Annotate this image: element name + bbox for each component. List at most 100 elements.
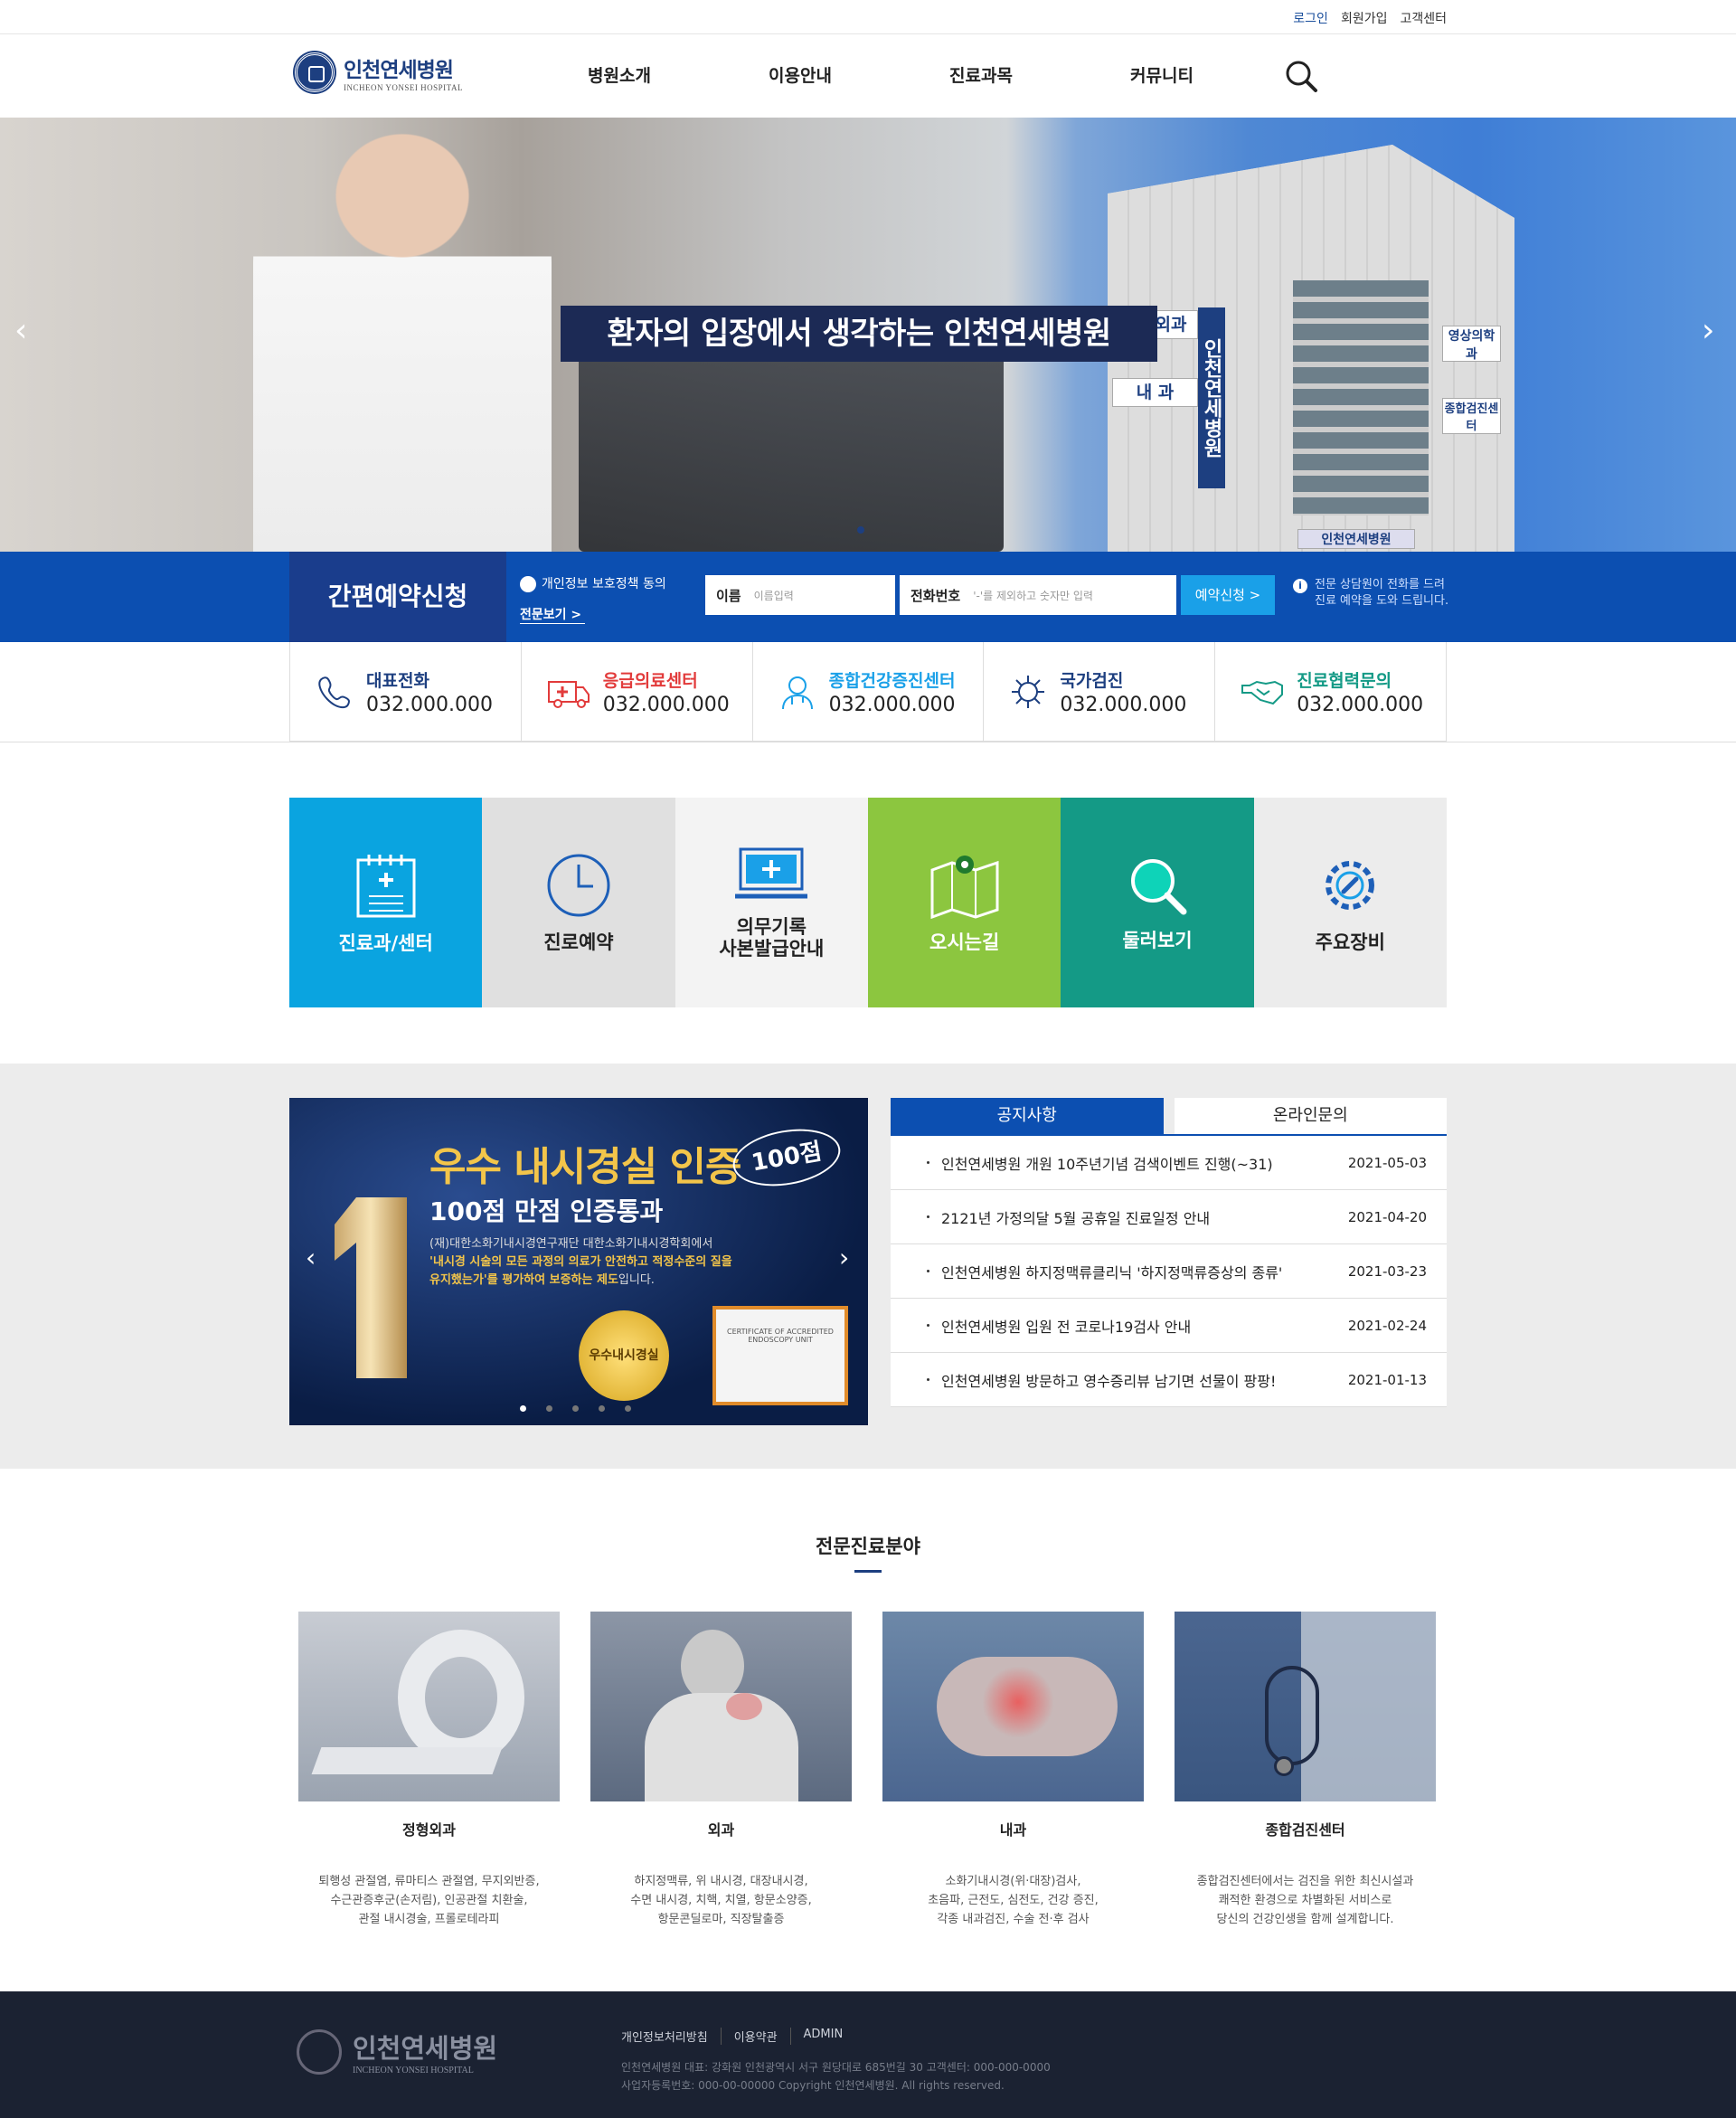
hero-title: 환자의 입장에서 생각하는 인천연세병원 <box>561 306 1157 362</box>
hero-prev-arrow-icon[interactable]: ‹ <box>14 312 27 349</box>
notice-date: 2021-01-13 <box>1347 1371 1427 1388</box>
banner-dot[interactable] <box>599 1405 605 1412</box>
privacy-checkbox[interactable] <box>520 576 536 592</box>
contact-label: 응급의료센터 <box>602 670 698 691</box>
tile-label: 의무기록 사본발급안내 <box>719 916 824 960</box>
notice-title[interactable]: 2121년 가정의달 5월 공휴일 진료일정 안내 <box>923 1206 1337 1228</box>
list-item[interactable]: 인천연세병원 방문하고 영수증리뷰 남기면 선물이 팡팡! 2021-01-13 <box>891 1353 1447 1407</box>
logo-name: 인천연세병원 <box>344 59 454 82</box>
list-item[interactable]: 인천연세병원 하지정맥류클리닉 '하지정맥류증상의 종류' 2021-03-23 <box>891 1244 1447 1299</box>
doctor-icon <box>781 676 813 709</box>
specialty-card-internal[interactable]: 내과 소화기내시경(위·대장)검사, 초음파, 근전도, 심전도, 건강 증진, 각… <box>882 1612 1144 1929</box>
building-sign-checkup: 종합검진센터 <box>1442 398 1501 434</box>
footer: 인천연세병원 INCHEON YONSEI HOSPITAL 개인정보처리방침 … <box>0 1991 1736 2118</box>
notice-title[interactable]: 인천연세병원 방문하고 영수증리뷰 남기면 선물이 팡팡! <box>923 1369 1337 1391</box>
reservation-title: 간편예약신청 <box>289 552 506 642</box>
contact-main[interactable]: 대표전화 032.000.000 <box>290 642 522 741</box>
tab-online-inquiry[interactable]: 온라인문의 <box>1174 1098 1447 1134</box>
footer-info-line: 인천연세병원 대표: 강화원 인천광역시 서구 원당대로 685번길 30 고객… <box>621 2061 1051 2074</box>
phone-field-label: 전화번호 <box>910 587 961 604</box>
contact-health-center[interactable]: 종합건강증진센터 032.000.000 <box>753 642 985 741</box>
tile-label: 둘러보기 <box>1122 930 1193 951</box>
logo[interactable]: 인천연세병원 INCHEON YONSEI HOSPITAL <box>295 52 463 92</box>
notice-title[interactable]: 인천연세병원 입원 전 코로나19검사 안내 <box>923 1315 1337 1337</box>
specialty-card-surgery[interactable]: 외과 하지정맥류, 위 내시경, 대장내시경, 수면 내시경, 치핵, 치열, 항… <box>590 1612 852 1929</box>
privacy-policy-link[interactable]: 개인정보처리방침 <box>621 2028 721 2045</box>
tile-departments[interactable]: 진료과/센터 <box>289 798 483 1007</box>
specialty-cards: 정형외과 퇴행성 관절염, 류마티스 관절염, 무지외반증, 수근관증후군(손저림… <box>298 1612 1438 1929</box>
search-icon[interactable] <box>1284 59 1318 93</box>
join-link[interactable]: 회원가입 <box>1341 9 1388 27</box>
privacy-more-link[interactable]: 전문보기 > <box>520 605 585 624</box>
hero-next-arrow-icon[interactable]: › <box>1702 312 1714 349</box>
tile-label: 진료과/센터 <box>338 932 433 954</box>
notice-title[interactable]: 인천연세병원 개원 10주년기념 검색이벤트 진행(~31) <box>923 1152 1337 1174</box>
card-name: 내과 <box>999 1821 1027 1839</box>
contact-numbers: 대표전화 032.000.000 응급의료센터 032.000.000 종합건강증진… <box>289 642 1447 742</box>
banner-next-arrow-icon[interactable]: › <box>839 1243 849 1272</box>
name-field[interactable]: 이름 이름입력 <box>705 575 895 615</box>
tile-label: 진로예약 <box>543 931 614 953</box>
footer-logo-name: 인천연세병원 <box>353 2033 498 2064</box>
list-item[interactable]: 인천연세병원 입원 전 코로나19검사 안내 2021-02-24 <box>891 1299 1447 1353</box>
hero-dot[interactable] <box>857 526 864 534</box>
footer-logo-english: INCHEON YONSEI HOSPITAL <box>353 2066 474 2075</box>
tile-directions[interactable]: 오시는길 <box>867 798 1061 1007</box>
footer-info-line: 사업자등록번호: 000-00-00000 Copyright 인천연세병원. … <box>621 2079 1005 2092</box>
list-item[interactable]: 인천연세병원 개원 10주년기념 검색이벤트 진행(~31) 2021-05-03 <box>891 1136 1447 1190</box>
tile-equipment[interactable]: 주요장비 <box>1253 798 1447 1007</box>
score-badge: 100점 <box>728 1121 845 1194</box>
banner-prev-arrow-icon[interactable]: ‹ <box>306 1243 316 1272</box>
contact-cooperation[interactable]: 진료협력문의 032.000.000 <box>1215 642 1446 741</box>
card-desc: 퇴행성 관절염, 류마티스 관절염, 무지외반증, 수근관증후군(손저림), 인공… <box>298 1872 560 1929</box>
privacy-agree-label: 개인정보 보호정책 동의 <box>542 577 666 591</box>
contact-label: 진료협력문의 <box>1297 670 1392 691</box>
name-field-placeholder[interactable]: 이름입력 <box>754 588 794 603</box>
nav-item-community[interactable]: 커뮤니티 <box>1071 34 1252 118</box>
specialty-card-orthopedics[interactable]: 정형외과 퇴행성 관절염, 류마티스 관절염, 무지외반증, 수근관증후군(손저림… <box>298 1612 560 1929</box>
tile-tour[interactable]: 둘러보기 <box>1061 798 1254 1007</box>
map-icon <box>930 856 999 919</box>
nav-item-departments[interactable]: 진료과목 <box>891 34 1071 118</box>
magnifier-icon <box>1130 859 1187 915</box>
login-link[interactable]: 로그인 <box>1293 9 1328 27</box>
list-item[interactable]: 2121년 가정의달 5월 공휴일 진료일정 안내 2021-04-20 <box>891 1190 1447 1244</box>
hospital-seal-icon <box>297 2028 342 2075</box>
reservation-note-line1: 전문 상담원이 전화를 드려 <box>1315 578 1445 591</box>
tile-reservation[interactable]: 진로예약 <box>482 798 675 1007</box>
notice-list: 인천연세병원 개원 10주년기념 검색이벤트 진행(~31) 2021-05-03… <box>891 1134 1447 1407</box>
specialty-card-checkup[interactable]: 종합검진센터 종합검진센터에서는 검진을 위한 최신시설과 쾌적한 환경으로 차별… <box>1175 1612 1436 1929</box>
banner-dot[interactable] <box>546 1405 552 1412</box>
notice-board: 공지사항 온라인문의 인천연세병원 개원 10주년기념 검색이벤트 진행(~31… <box>891 1098 1447 1425</box>
banner-dot[interactable] <box>625 1405 631 1412</box>
contact-number: 032.000.000 <box>602 693 730 716</box>
phone-field[interactable]: 전화번호 '-'를 제외하고 숫자만 입력 <box>900 575 1176 615</box>
banner-dot[interactable] <box>520 1405 526 1412</box>
neck-pain-image <box>590 1612 852 1801</box>
phone-field-placeholder[interactable]: '-'를 제외하고 숫자만 입력 <box>973 588 1093 603</box>
banner-pagination <box>520 1405 631 1412</box>
tab-notice[interactable]: 공지사항 <box>891 1098 1164 1134</box>
stethoscope-image <box>1175 1612 1436 1801</box>
banner-dot[interactable] <box>572 1405 579 1412</box>
notice-title[interactable]: 인천연세병원 하지정맥류클리닉 '하지정맥류증상의 종류' <box>923 1261 1337 1282</box>
info-icon: i <box>1293 579 1307 593</box>
card-desc: 소화기내시경(위·대장)검사, 초음파, 근전도, 심전도, 건강 증진, 각종 내… <box>882 1872 1144 1929</box>
admin-link[interactable]: ADMIN <box>789 2028 856 2045</box>
support-link[interactable]: 고객센터 <box>1400 9 1447 27</box>
tile-label: 주요장비 <box>1315 931 1385 953</box>
nav-item-guide[interactable]: 이용안내 <box>710 34 891 118</box>
nav-item-about[interactable]: 병원소개 <box>529 34 710 118</box>
contact-emergency[interactable]: 응급의료센터 032.000.000 <box>522 642 753 741</box>
tile-medical-records[interactable]: 의무기록 사본발급안내 <box>675 798 868 1007</box>
contact-national-checkup[interactable]: 국가검진 032.000.000 <box>984 642 1216 741</box>
tile-label-line1: 의무기록 <box>736 916 807 938</box>
card-desc-line: 퇴행성 관절염, 류마티스 관절염, 무지외반증, <box>318 1875 540 1888</box>
hospital-seal-icon <box>295 52 335 92</box>
banner-line-highlight: 유지했는가'를 평가하여 보증하는 제도 <box>429 1273 618 1287</box>
contact-number: 032.000.000 <box>1060 693 1187 716</box>
card-name: 외과 <box>707 1821 735 1839</box>
card-desc-line: 하지정맥류, 위 내시경, 대장내시경, <box>634 1875 808 1888</box>
reservation-submit-button[interactable]: 예약신청 > <box>1181 575 1275 615</box>
terms-link[interactable]: 이용약관 <box>720 2028 790 2045</box>
